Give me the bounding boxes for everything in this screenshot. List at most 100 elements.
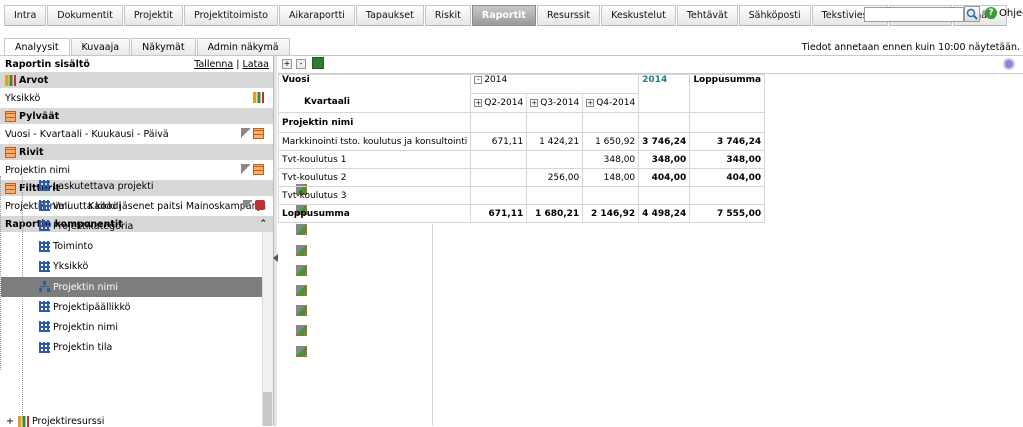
search-button[interactable] bbox=[964, 6, 980, 22]
dimension-icon bbox=[39, 240, 50, 252]
help-icon: ? bbox=[985, 7, 997, 19]
value-cell: 7 555,00 bbox=[689, 204, 766, 223]
component-item[interactable]: Projektin nimi bbox=[1, 317, 307, 337]
component-item[interactable]: Laskutettava projekti bbox=[1, 176, 307, 196]
nav-tab[interactable]: Raportit bbox=[471, 5, 536, 26]
year-total-header: 2014 bbox=[638, 74, 691, 113]
add-filter-icon[interactable] bbox=[296, 305, 306, 316]
expand-all-icon[interactable]: + bbox=[282, 59, 292, 69]
value-cell bbox=[638, 186, 691, 205]
nav-tab[interactable]: Resurssit bbox=[536, 5, 601, 26]
year-header[interactable]: -2014 bbox=[470, 74, 640, 94]
add-filter-icon[interactable] bbox=[296, 345, 306, 356]
component-label: Projektikategoria bbox=[53, 220, 134, 232]
add-filter-icon[interactable] bbox=[296, 284, 306, 295]
component-item[interactable]: Projektipäällikkö bbox=[1, 297, 307, 317]
search-icon bbox=[966, 8, 978, 20]
pivot-table: Vuosi Kvartaali -2014 2014 Loppusumma + Q… bbox=[277, 74, 766, 223]
rows-section: Rivit bbox=[0, 144, 273, 160]
collapse-all-icon[interactable]: - bbox=[296, 59, 306, 69]
component-label: Projektin nimi bbox=[53, 281, 119, 293]
value-cell bbox=[470, 186, 528, 205]
pivot-row: Tvt-koulutus 3 bbox=[277, 186, 766, 205]
nav-tab[interactable]: Riskit bbox=[424, 5, 471, 26]
grand-total-label: Loppusumma bbox=[693, 75, 762, 85]
values-item[interactable]: Yksikkö bbox=[0, 88, 273, 108]
nav-tab[interactable]: Aikaraportti bbox=[279, 5, 355, 26]
quarter-header[interactable]: + Q3-2014 bbox=[526, 93, 584, 113]
component-item[interactable]: Projektin nimi bbox=[1, 276, 307, 298]
nav-tab[interactable]: Intra bbox=[4, 5, 47, 26]
row-label: Tvt-koulutus 1 bbox=[277, 150, 472, 169]
bar-chart-icon bbox=[5, 74, 16, 86]
value-cell: 348,00 bbox=[582, 150, 640, 169]
value-cell: 148,00 bbox=[582, 168, 640, 187]
excel-export-icon[interactable] bbox=[312, 57, 324, 69]
empty-cell bbox=[638, 112, 691, 133]
row-label: Markkinointi tsto. koulutus ja konsultoi… bbox=[277, 132, 472, 151]
expand-icon[interactable]: + bbox=[530, 98, 539, 107]
value-cell bbox=[470, 150, 528, 169]
search-input[interactable] bbox=[864, 7, 964, 22]
dimension-icon bbox=[39, 321, 50, 333]
columns-item[interactable]: Vuosi - Kvartaali - Kuukausi - Päivä bbox=[0, 124, 273, 144]
nav-tab[interactable]: Dokumentit bbox=[47, 5, 123, 26]
component-item[interactable]: Toiminto bbox=[1, 237, 307, 257]
report-content-title: Raportin sisältö bbox=[5, 58, 90, 70]
add-filter-icon[interactable] bbox=[296, 325, 306, 336]
subtab[interactable]: Analyysit bbox=[4, 38, 70, 56]
component-item[interactable]: Yksikkö bbox=[1, 257, 307, 277]
dimension-icon bbox=[39, 260, 50, 272]
dimension-icon bbox=[39, 301, 50, 313]
nav-tab[interactable]: Projektit bbox=[123, 5, 184, 26]
filter-icon[interactable] bbox=[241, 164, 251, 174]
nav-tab[interactable]: Sähköposti bbox=[738, 5, 811, 26]
panel-splitter[interactable] bbox=[274, 56, 277, 426]
components-list: Laskutettava projekti Valuutta koodi Proje… bbox=[0, 176, 307, 370]
pivot-row: Markkinointi tsto. koulutus ja konsultoi… bbox=[277, 132, 766, 151]
add-filter-icon[interactable] bbox=[296, 244, 306, 255]
quarter-label: Q2-2014 bbox=[484, 98, 524, 108]
value-cell bbox=[526, 186, 584, 205]
subtab[interactable]: Näkymät bbox=[131, 38, 196, 56]
nav-tab[interactable]: Tapaukset bbox=[355, 5, 424, 26]
value-cell: 4 498,24 bbox=[638, 204, 691, 223]
gear-icon[interactable] bbox=[1003, 58, 1015, 70]
filter-icon[interactable] bbox=[241, 128, 251, 138]
help-link[interactable]: ? Ohjeet bbox=[985, 7, 1023, 19]
tree-item-projektiresurssi[interactable]: + Projektiresurssi bbox=[6, 416, 104, 427]
component-item[interactable]: Valuutta koodi bbox=[1, 196, 307, 216]
value-cell: 671,11 bbox=[470, 204, 528, 223]
quarter-header[interactable]: + Q4-2014 bbox=[582, 93, 640, 113]
table-icon[interactable] bbox=[253, 164, 264, 175]
top-navigation: Intra Dokumentit Projektit Projektitoimisto… bbox=[0, 0, 1023, 29]
table-icon bbox=[5, 110, 16, 122]
nav-tab[interactable]: Tehtävät bbox=[676, 5, 738, 26]
nav-tab[interactable]: Keskustelut bbox=[601, 5, 676, 26]
quarter-header[interactable]: + Q2-2014 bbox=[470, 93, 528, 113]
value-cell: 404,00 bbox=[689, 168, 766, 187]
scrollbar-thumb[interactable] bbox=[263, 392, 272, 426]
pivot-body: Markkinointi tsto. koulutus ja konsultoi… bbox=[277, 132, 766, 223]
component-item[interactable]: Projektikategoria bbox=[1, 216, 307, 236]
table-icon[interactable] bbox=[253, 128, 264, 139]
link-separator: | bbox=[233, 58, 243, 70]
save-link[interactable]: Tallenna bbox=[194, 59, 233, 70]
expand-icon[interactable]: + bbox=[6, 416, 14, 427]
expand-icon[interactable]: + bbox=[586, 98, 595, 107]
add-filter-icon[interactable] bbox=[296, 264, 306, 275]
dimension-icon bbox=[39, 341, 50, 353]
load-link[interactable]: Lataa bbox=[243, 59, 269, 70]
collapse-icon[interactable]: - bbox=[474, 75, 483, 84]
hierarchy-icon bbox=[39, 280, 50, 292]
nav-tab[interactable]: Projektitoimisto bbox=[184, 5, 278, 26]
quarter-dimension-label: Kvartaali bbox=[304, 97, 350, 107]
subtab[interactable]: Admin näkymä bbox=[196, 38, 290, 56]
add-filter-icon[interactable] bbox=[296, 224, 306, 235]
empty-cell bbox=[689, 112, 766, 133]
component-item[interactable]: Projektin tila bbox=[1, 338, 307, 358]
expand-icon[interactable]: + bbox=[474, 98, 483, 107]
bar-chart-icon[interactable] bbox=[253, 92, 264, 103]
row-label: Tvt-koulutus 3 bbox=[277, 186, 472, 205]
subtab[interactable]: Kuvaaja bbox=[70, 38, 131, 56]
